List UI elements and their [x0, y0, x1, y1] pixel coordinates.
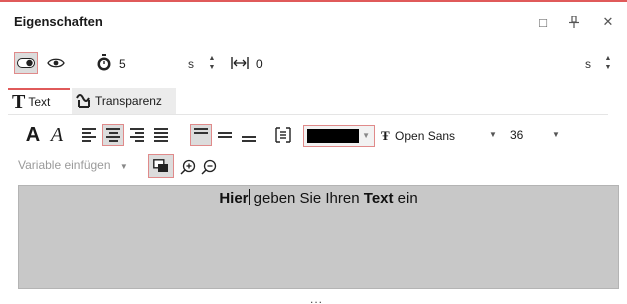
- offset-unit: s: [585, 57, 591, 71]
- chevron-down-icon: ▼: [552, 130, 560, 139]
- editor-text-segment: geben Sie Ihren: [249, 190, 364, 207]
- maximize-button[interactable]: □: [532, 12, 554, 32]
- layers-icon: [153, 159, 168, 172]
- variable-select-placeholder: Variable einfügen: [18, 158, 111, 172]
- tab-transparency-label: Transparenz: [95, 94, 162, 108]
- tab-transparency[interactable]: Transparenz: [72, 88, 176, 114]
- font-size-value: 36: [510, 128, 524, 142]
- zoom-out-button[interactable]: [198, 156, 220, 178]
- text-color-picker[interactable]: ▼: [303, 125, 375, 147]
- transparency-icon: [76, 94, 90, 108]
- duration-spinner[interactable]: ▲ ▼: [207, 54, 217, 74]
- duration-unit: s: [188, 57, 194, 71]
- offset-spinner[interactable]: ▲ ▼: [603, 54, 613, 74]
- panel-title: Eigenschaften: [14, 14, 103, 29]
- text-frame-icon: [275, 127, 291, 143]
- eye-icon: [47, 58, 65, 68]
- valign-middle-button[interactable]: [214, 124, 236, 146]
- valign-top-button[interactable]: [190, 124, 212, 146]
- duration-icon-button: [92, 52, 116, 74]
- editor-text-segment: ein: [393, 190, 418, 207]
- valign-middle-icon: [218, 128, 232, 142]
- text-editor[interactable]: Hier geben Sie Ihren Text ein: [18, 185, 619, 289]
- duration-input[interactable]: 5: [119, 57, 126, 71]
- preview-button[interactable]: [44, 52, 68, 74]
- text-frame-button[interactable]: [272, 124, 294, 146]
- visibility-toggle-button[interactable]: [14, 52, 38, 74]
- toggle-icon: [17, 58, 35, 68]
- align-right-button[interactable]: [126, 124, 148, 146]
- editor-text-segment: Hier: [219, 190, 249, 207]
- zoom-in-icon: [180, 159, 196, 175]
- align-right-icon: [130, 128, 144, 142]
- bold-button[interactable]: A: [22, 124, 44, 146]
- bold-icon: A: [25, 123, 41, 146]
- pin-icon: [569, 16, 579, 28]
- chevron-down-icon: ▼: [119, 162, 128, 171]
- align-left-icon: [82, 128, 96, 142]
- font-size-select[interactable]: 36 ▼: [510, 128, 570, 148]
- font-icon: Ŧ: [381, 128, 390, 143]
- properties-panel: Eigenschaften □ ✕ 5 s ▲ ▼ 0 s ▲ ▼ T Text…: [0, 0, 627, 304]
- font-family-value: Open Sans: [395, 129, 456, 143]
- align-center-icon: [106, 128, 120, 142]
- timing-row: 5 s ▲ ▼ 0 s ▲ ▼: [0, 52, 627, 76]
- variable-select[interactable]: Variable einfügen ▼: [18, 158, 128, 172]
- pin-button[interactable]: [563, 12, 585, 32]
- text-color-swatch: [307, 129, 359, 143]
- chevron-down-icon: ▼: [489, 130, 497, 139]
- valign-bottom-icon: [242, 128, 256, 142]
- format-toolbar: A A ▼ Ŧ Open Sans ▼ 36 ▼: [0, 122, 627, 152]
- valign-top-icon: [194, 128, 208, 142]
- chevron-down-icon: ▼: [362, 131, 370, 140]
- background-box-button[interactable]: [148, 154, 174, 178]
- justify-button[interactable]: [150, 124, 172, 146]
- offset-arrows-icon: [231, 57, 249, 69]
- tab-text-label: Text: [28, 95, 51, 109]
- close-button[interactable]: ✕: [597, 12, 619, 32]
- editor-text-segment: Text: [363, 190, 394, 207]
- editor-content: Hier geben Sie Ihren Text ein: [19, 189, 618, 207]
- insert-toolbar: Variable einfügen ▼: [0, 152, 627, 180]
- tab-text[interactable]: T Text: [8, 88, 70, 114]
- more-handle[interactable]: ...: [310, 292, 323, 304]
- offset-icon: [228, 52, 252, 74]
- text-tab-icon: T: [12, 90, 26, 113]
- font-family-select[interactable]: Ŧ Open Sans ▼: [381, 128, 506, 148]
- stopwatch-icon: [97, 54, 111, 71]
- title-bar: Eigenschaften □ ✕: [0, 2, 627, 42]
- align-center-button[interactable]: [102, 124, 124, 146]
- offset-input[interactable]: 0: [256, 57, 263, 71]
- zoom-out-icon: [201, 159, 217, 175]
- valign-bottom-button[interactable]: [238, 124, 260, 146]
- align-left-button[interactable]: [78, 124, 100, 146]
- zoom-in-button[interactable]: [177, 156, 199, 178]
- tab-divider: [8, 114, 608, 115]
- italic-button[interactable]: A: [46, 124, 68, 146]
- justify-icon: [154, 128, 168, 142]
- italic-icon: A: [50, 123, 64, 146]
